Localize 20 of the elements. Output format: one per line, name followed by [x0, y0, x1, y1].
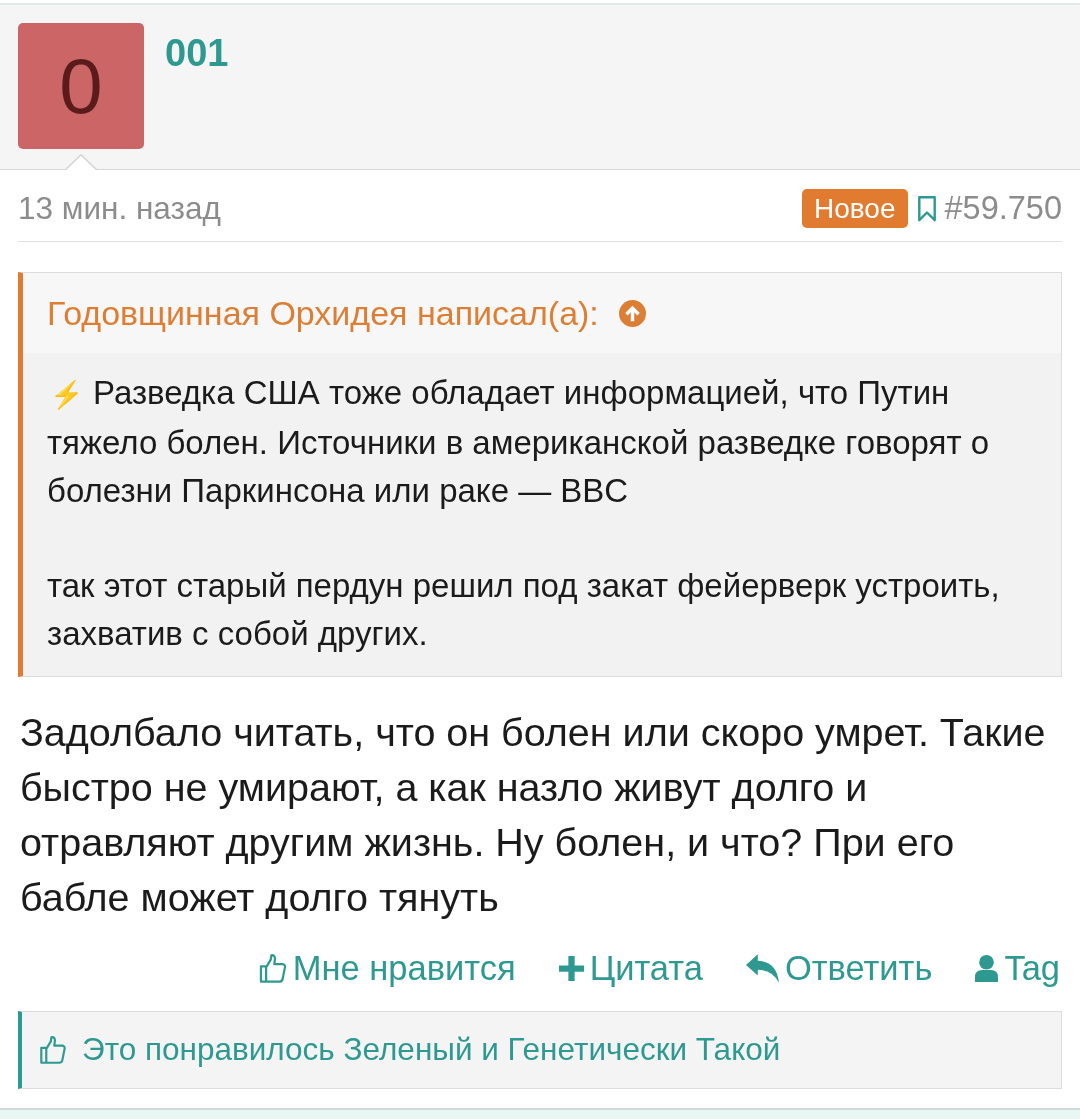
- post-action-link[interactable]: Цитата: [558, 950, 703, 986]
- thumbs-up-icon: [258, 953, 287, 983]
- quote-text: ⚡ Разведка США тоже обладает информацией, что Путин тяжело болен. Источники в американской разведке говорят о болезни Паркинсона или раке — BBC: [47, 373, 991, 511]
- post-action-link[interactable]: Ответить: [745, 950, 933, 986]
- username-link[interactable]: 001: [165, 34, 229, 72]
- plus-icon: [558, 953, 584, 983]
- user-icon: [975, 953, 999, 983]
- arrow-up-circle-icon[interactable]: [618, 299, 646, 327]
- avatar-tile[interactable]: 0: [18, 23, 144, 149]
- post-text: Задолбало читать, что он болен или скоро умрет. Такие быстро не умирают, а как назло живут долго и отравляют другим жизнь. Ну болен, и что? При его бабле может долго тянуть: [20, 709, 1047, 921]
- reply-arrow-icon: [745, 953, 779, 983]
- post-time: 13 мин. назад: [18, 192, 221, 225]
- post-number-link[interactable]: #59.750: [944, 192, 1062, 225]
- new-label: Новое: [802, 189, 908, 228]
- likes-text: Это понравилось Зеленый и Генетически Такой: [82, 1034, 781, 1066]
- post-action-link[interactable]: Tag: [975, 950, 1060, 986]
- thumbs-up-icon: [40, 1035, 66, 1065]
- bookmark-icon[interactable]: [917, 195, 936, 222]
- quote-text: так этот старый пердун решил под закат фейерверк устроить, захватив с собой других.: [47, 566, 1001, 654]
- post-action-link[interactable]: Мне нравится: [258, 950, 516, 986]
